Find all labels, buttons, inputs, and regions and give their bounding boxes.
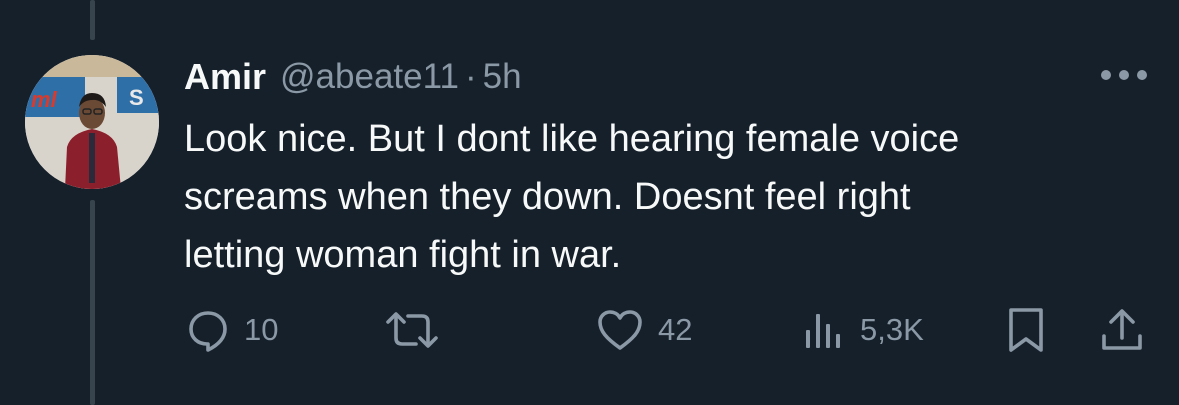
bookmark-button[interactable] — [1006, 302, 1046, 358]
separator-dot: · — [464, 57, 477, 96]
tweet-text: Look nice. But I dont like hearing femal… — [184, 118, 960, 276]
retweet-icon — [386, 312, 438, 348]
views-button[interactable]: 5,3K — [802, 302, 924, 358]
bookmark-icon — [1009, 308, 1043, 352]
heart-icon — [598, 310, 642, 350]
display-name[interactable]: Amir — [184, 56, 266, 98]
timestamp[interactable]: 5h — [483, 57, 522, 97]
more-options-button[interactable] — [1098, 58, 1150, 92]
action-bar: 10 42 5,3K — [0, 302, 1179, 358]
more-horizontal-icon — [1101, 70, 1147, 80]
share-upload-icon — [1102, 309, 1142, 350]
share-button[interactable] — [1100, 302, 1144, 358]
reply-button[interactable]: 10 — [186, 302, 278, 358]
analytics-bars-icon — [806, 314, 840, 348]
user-handle[interactable]: @abeate11 — [280, 57, 459, 97]
view-count: 5,3K — [860, 312, 924, 347]
like-button[interactable]: 42 — [596, 302, 692, 358]
svg-text:S: S — [129, 85, 144, 110]
tweet-header: Amir @abeate11 · 5h — [184, 54, 522, 100]
retweet-button[interactable] — [384, 302, 440, 358]
avatar-photo: ml S — [25, 55, 159, 189]
reply-count: 10 — [244, 312, 279, 347]
like-count: 42 — [658, 312, 693, 347]
reply-bubble-icon — [189, 311, 227, 352]
avatar[interactable]: ml S — [25, 55, 159, 189]
thread-line-top — [90, 0, 95, 40]
svg-text:ml: ml — [31, 87, 58, 112]
